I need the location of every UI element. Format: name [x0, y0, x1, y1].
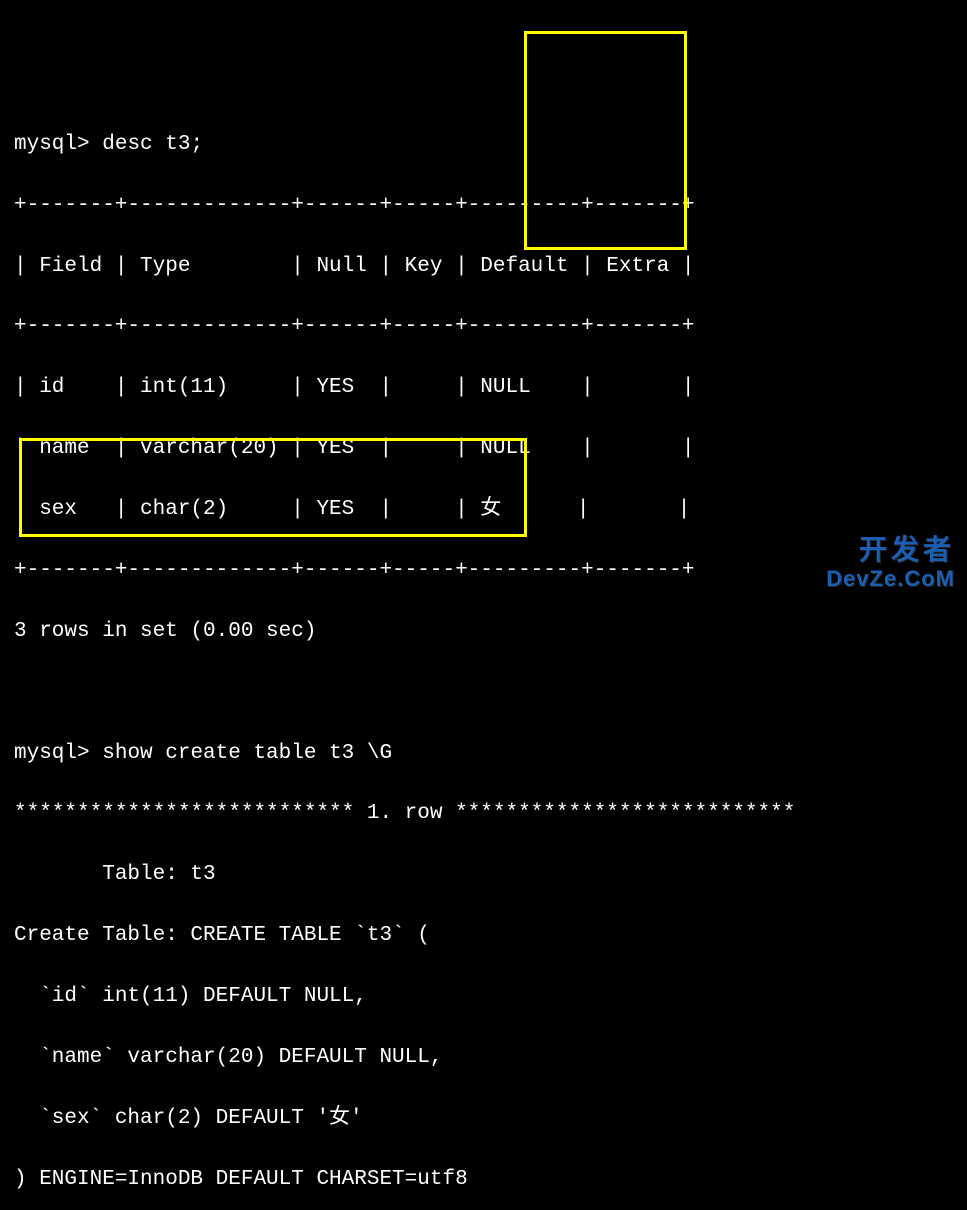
create-col-name: `name` varchar(20) DEFAULT NULL,	[14, 1043, 967, 1073]
blank-line	[14, 678, 967, 708]
create-engine: ) ENGINE=InnoDB DEFAULT CHARSET=utf8	[14, 1165, 967, 1195]
table-row: | sex | char(2) | YES | | 女 | |	[14, 495, 967, 525]
mysql-prompt: mysql>	[14, 133, 90, 156]
table-row: | name | varchar(20) | YES | | NULL | |	[14, 434, 967, 464]
table-border-bottom: +-------+-------------+------+-----+----…	[14, 556, 967, 586]
table-border-mid: +-------+-------------+------+-----+----…	[14, 312, 967, 342]
command-text[interactable]: show create table t3 \G	[102, 742, 392, 765]
show-table-name: Table: t3	[14, 860, 967, 890]
desc-command-line: mysql> desc t3;	[14, 130, 967, 160]
table-row: | id | int(11) | YES | | NULL | |	[14, 373, 967, 403]
table-border-top: +-------+-------------+------+-----+----…	[14, 191, 967, 221]
desc-status: 3 rows in set (0.00 sec)	[14, 617, 967, 647]
create-col-id: `id` int(11) DEFAULT NULL,	[14, 982, 967, 1012]
show-command-line: mysql> show create table t3 \G	[14, 739, 967, 769]
command-text[interactable]: desc t3;	[102, 133, 203, 156]
watermark-en: DevZe.CoM	[826, 563, 955, 595]
mysql-prompt: mysql>	[14, 742, 90, 765]
row-separator: *************************** 1. row *****…	[14, 799, 967, 829]
create-table-head: Create Table: CREATE TABLE `t3` (	[14, 921, 967, 951]
create-col-sex: `sex` char(2) DEFAULT '女'	[14, 1104, 967, 1134]
table-header: | Field | Type | Null | Key | Default | …	[14, 252, 967, 282]
